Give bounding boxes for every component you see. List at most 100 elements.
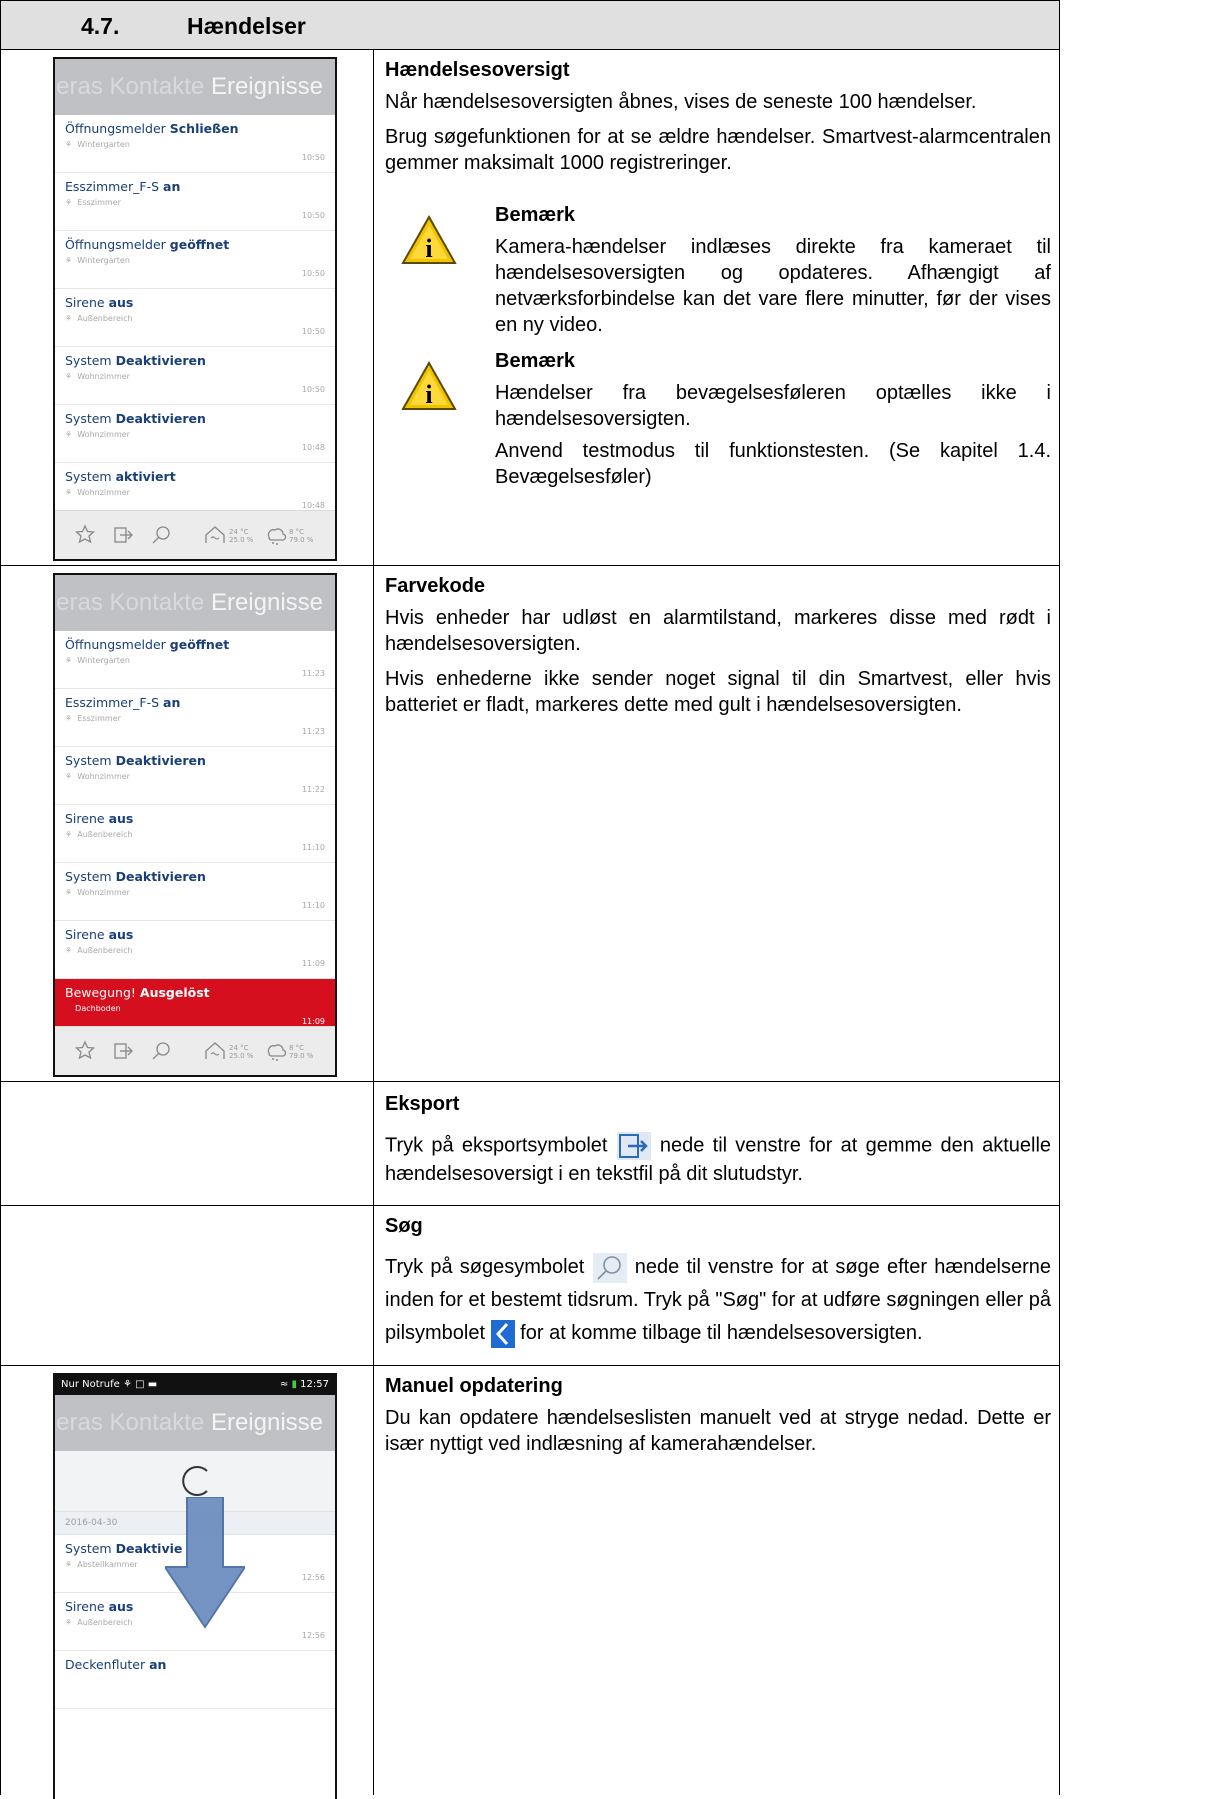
event-list-item[interactable]: System Deaktivieren ⚘ Wohnzimmer 11:22 bbox=[55, 747, 335, 805]
event-list-item[interactable]: Sirene aus ⚘ Außenbereich 11:09 bbox=[55, 921, 335, 979]
event-list-item[interactable]: Esszimmer_F-S an ⚘ Esszimmer 11:23 bbox=[55, 689, 335, 747]
event-state: aus bbox=[108, 295, 134, 310]
event-state: Schließen bbox=[169, 121, 239, 136]
event-room: ⚘ Wintergarten bbox=[65, 656, 130, 665]
event-device: Sirene bbox=[65, 295, 105, 310]
section-number: 4.7. bbox=[81, 13, 120, 39]
event-state: an bbox=[149, 1657, 167, 1672]
search-text: Tryk på søgesymbolet nede til venstre fo… bbox=[385, 1251, 1051, 1350]
note-title: Bemærk bbox=[495, 204, 576, 226]
indoor-climate-icon[interactable] bbox=[203, 523, 227, 547]
note-camera: i Bemærk Kamera-hændelser indlæses direk… bbox=[385, 202, 1051, 338]
row-overview: eras Kontakte Ereignisse Öffnungsmelder … bbox=[0, 49, 1060, 566]
event-state: aus bbox=[108, 927, 134, 942]
event-list-item[interactable]: Öffnungsmelder geöffnet ⚘ Wintergarten 10:… bbox=[55, 231, 335, 289]
event-time: 11:10 bbox=[301, 901, 325, 910]
outdoor-weather-icon[interactable] bbox=[263, 523, 287, 547]
app-title-bar: eras Kontakte Ereignisse bbox=[55, 575, 335, 631]
event-list-item[interactable]: Deckenfluter an bbox=[55, 1651, 335, 1709]
settings-gear-icon[interactable] bbox=[73, 1039, 97, 1063]
section-header: 4.7. Hændelser bbox=[0, 0, 1060, 50]
note-motion: i Bemærk Hændelser fra bevægelsesføleren… bbox=[385, 348, 1051, 490]
event-list-item[interactable]: System Deaktivieren ⚘ Wohnzimmer 10:50 bbox=[55, 347, 335, 405]
outdoor-weather-value: 8 °C 79.0 % bbox=[289, 1044, 314, 1060]
event-device: Esszimmer_F-S bbox=[65, 179, 160, 194]
color-text-2: Hvis enhederne ikke sender noget signal … bbox=[385, 668, 1051, 716]
svg-text:i: i bbox=[425, 380, 432, 409]
event-time: 11:22 bbox=[301, 785, 325, 794]
event-room: ⚘ Wohnzimmer bbox=[65, 488, 130, 497]
export-text: Tryk på eksportsymbolet nede til venstre… bbox=[385, 1131, 1051, 1187]
event-state: aus bbox=[108, 811, 134, 826]
event-state: Deaktivieren bbox=[115, 411, 206, 426]
outdoor-weather-icon[interactable] bbox=[263, 1039, 287, 1063]
note-title: Bemærk bbox=[495, 350, 576, 372]
phone-screenshot-events: eras Kontakte Ereignisse Öffnungsmelder … bbox=[53, 57, 337, 561]
event-list: Öffnungsmelder geöffnet ⚘ Wintergarten 11:… bbox=[55, 631, 335, 1037]
back-arrow-icon bbox=[490, 1319, 515, 1348]
row-search: Søg Tryk på søgesymbolet nede til venstr… bbox=[0, 1205, 1060, 1366]
manual-update-text: Du kan opdatere hændelseslisten manuelt … bbox=[385, 1407, 1051, 1455]
settings-gear-icon[interactable] bbox=[73, 523, 97, 547]
event-list-item[interactable]: Sirene aus ⚘ Außenbereich 10:50 bbox=[55, 289, 335, 347]
event-list-item[interactable]: Öffnungsmelder Schließen ⚘ Wintergarten 10… bbox=[55, 115, 335, 173]
event-device: Sirene bbox=[65, 811, 105, 826]
event-state: Deaktivieren bbox=[115, 353, 206, 368]
event-room: ⚘ Außenbereich bbox=[65, 946, 133, 955]
event-device: Esszimmer_F-S bbox=[65, 695, 160, 710]
export-icon[interactable] bbox=[111, 523, 135, 547]
event-room: ⚘ Esszimmer bbox=[65, 714, 121, 723]
event-device: Öffnungsmelder bbox=[65, 121, 166, 136]
app-footer: 24 °C 25.0 % 8 °C 79.0 % bbox=[55, 510, 335, 559]
event-room: ⚘ Wohnzimmer bbox=[65, 372, 130, 381]
event-device: System bbox=[65, 869, 112, 884]
event-state: Deaktivieren bbox=[115, 869, 206, 884]
event-state: an bbox=[163, 695, 181, 710]
event-list-item[interactable]: System Deaktivieren ⚘ Wohnzimmer 11:10 bbox=[55, 863, 335, 921]
event-room: ⚘ Esszimmer bbox=[65, 198, 121, 207]
app-footer: 24 °C 25.0 % 8 °C 79.0 % bbox=[55, 1026, 335, 1075]
app-title-bar: eras Kontakte Ereignisse bbox=[55, 1395, 335, 1451]
event-room: Dachboden bbox=[65, 1004, 121, 1013]
phone-screenshot-events-alarm: eras Kontakte Ereignisse Öffnungsmelder … bbox=[53, 573, 337, 1077]
note-text-2: Anvend testmodus til funktionstesten. (S… bbox=[495, 440, 1051, 488]
note-text: Kamera-hændelser indlæses direkte fra ka… bbox=[495, 236, 1051, 336]
info-warning-icon: i bbox=[401, 360, 457, 410]
event-device: System bbox=[65, 411, 112, 426]
event-room: ⚘ Außenbereich bbox=[65, 830, 133, 839]
event-list-item[interactable]: Öffnungsmelder geöffnet ⚘ Wintergarten 11:… bbox=[55, 631, 335, 689]
row-color-code: eras Kontakte Ereignisse Öffnungsmelder … bbox=[0, 565, 1060, 1082]
event-time: 11:09 bbox=[301, 959, 325, 968]
heading-manual-update: Manuel opdatering bbox=[385, 1375, 563, 1397]
event-room: ⚘ Wintergarten bbox=[65, 140, 130, 149]
status-icons: ⚘ □ ▬ bbox=[122, 1379, 158, 1390]
indoor-climate-icon[interactable] bbox=[203, 1039, 227, 1063]
heading-export: Eksport bbox=[385, 1093, 460, 1115]
event-list-item[interactable]: Sirene aus ⚘ Außenbereich 11:10 bbox=[55, 805, 335, 863]
event-room: ⚘ Außenbereich bbox=[65, 314, 133, 323]
event-list-item[interactable]: System Deaktivieren ⚘ Wohnzimmer 10:48 bbox=[55, 405, 335, 463]
overview-text-1: Når hændelsesoversigten åbnes, vises de … bbox=[385, 91, 977, 113]
overview-text-2: Brug søgefunktionen for at se ældre hænd… bbox=[385, 126, 1051, 174]
app-title-bar: eras Kontakte Ereignisse bbox=[55, 59, 335, 115]
event-list-item[interactable]: Esszimmer_F-S an ⚘ Esszimmer 10:50 bbox=[55, 173, 335, 231]
event-state: an bbox=[163, 179, 181, 194]
event-time: 11:10 bbox=[301, 843, 325, 852]
event-time: 11:23 bbox=[301, 669, 325, 678]
event-time: 10:50 bbox=[301, 211, 325, 220]
event-device: Öffnungsmelder bbox=[65, 637, 166, 652]
search-icon[interactable] bbox=[149, 523, 173, 547]
android-status-bar: Nur Notrufe ⚘ □ ▬ ≈ ▮ 12:57 bbox=[55, 1375, 335, 1395]
export-icon[interactable] bbox=[111, 1039, 135, 1063]
event-device: Sirene bbox=[65, 927, 105, 942]
indoor-climate-value: 24 °C 25.0 % bbox=[229, 528, 254, 544]
search-icon[interactable] bbox=[149, 1039, 173, 1063]
event-device: System bbox=[65, 753, 112, 768]
event-room: ⚘ Wohnzimmer bbox=[65, 430, 130, 439]
event-time: 10:50 bbox=[301, 327, 325, 336]
event-list: Öffnungsmelder Schließen ⚘ Wintergarten 10… bbox=[55, 115, 335, 521]
event-state: Ausgelöst bbox=[139, 985, 210, 1000]
heading-color-code: Farvekode bbox=[385, 575, 486, 597]
event-time: 10:48 bbox=[301, 501, 325, 510]
event-room: ⚘ Wintergarten bbox=[65, 256, 130, 265]
